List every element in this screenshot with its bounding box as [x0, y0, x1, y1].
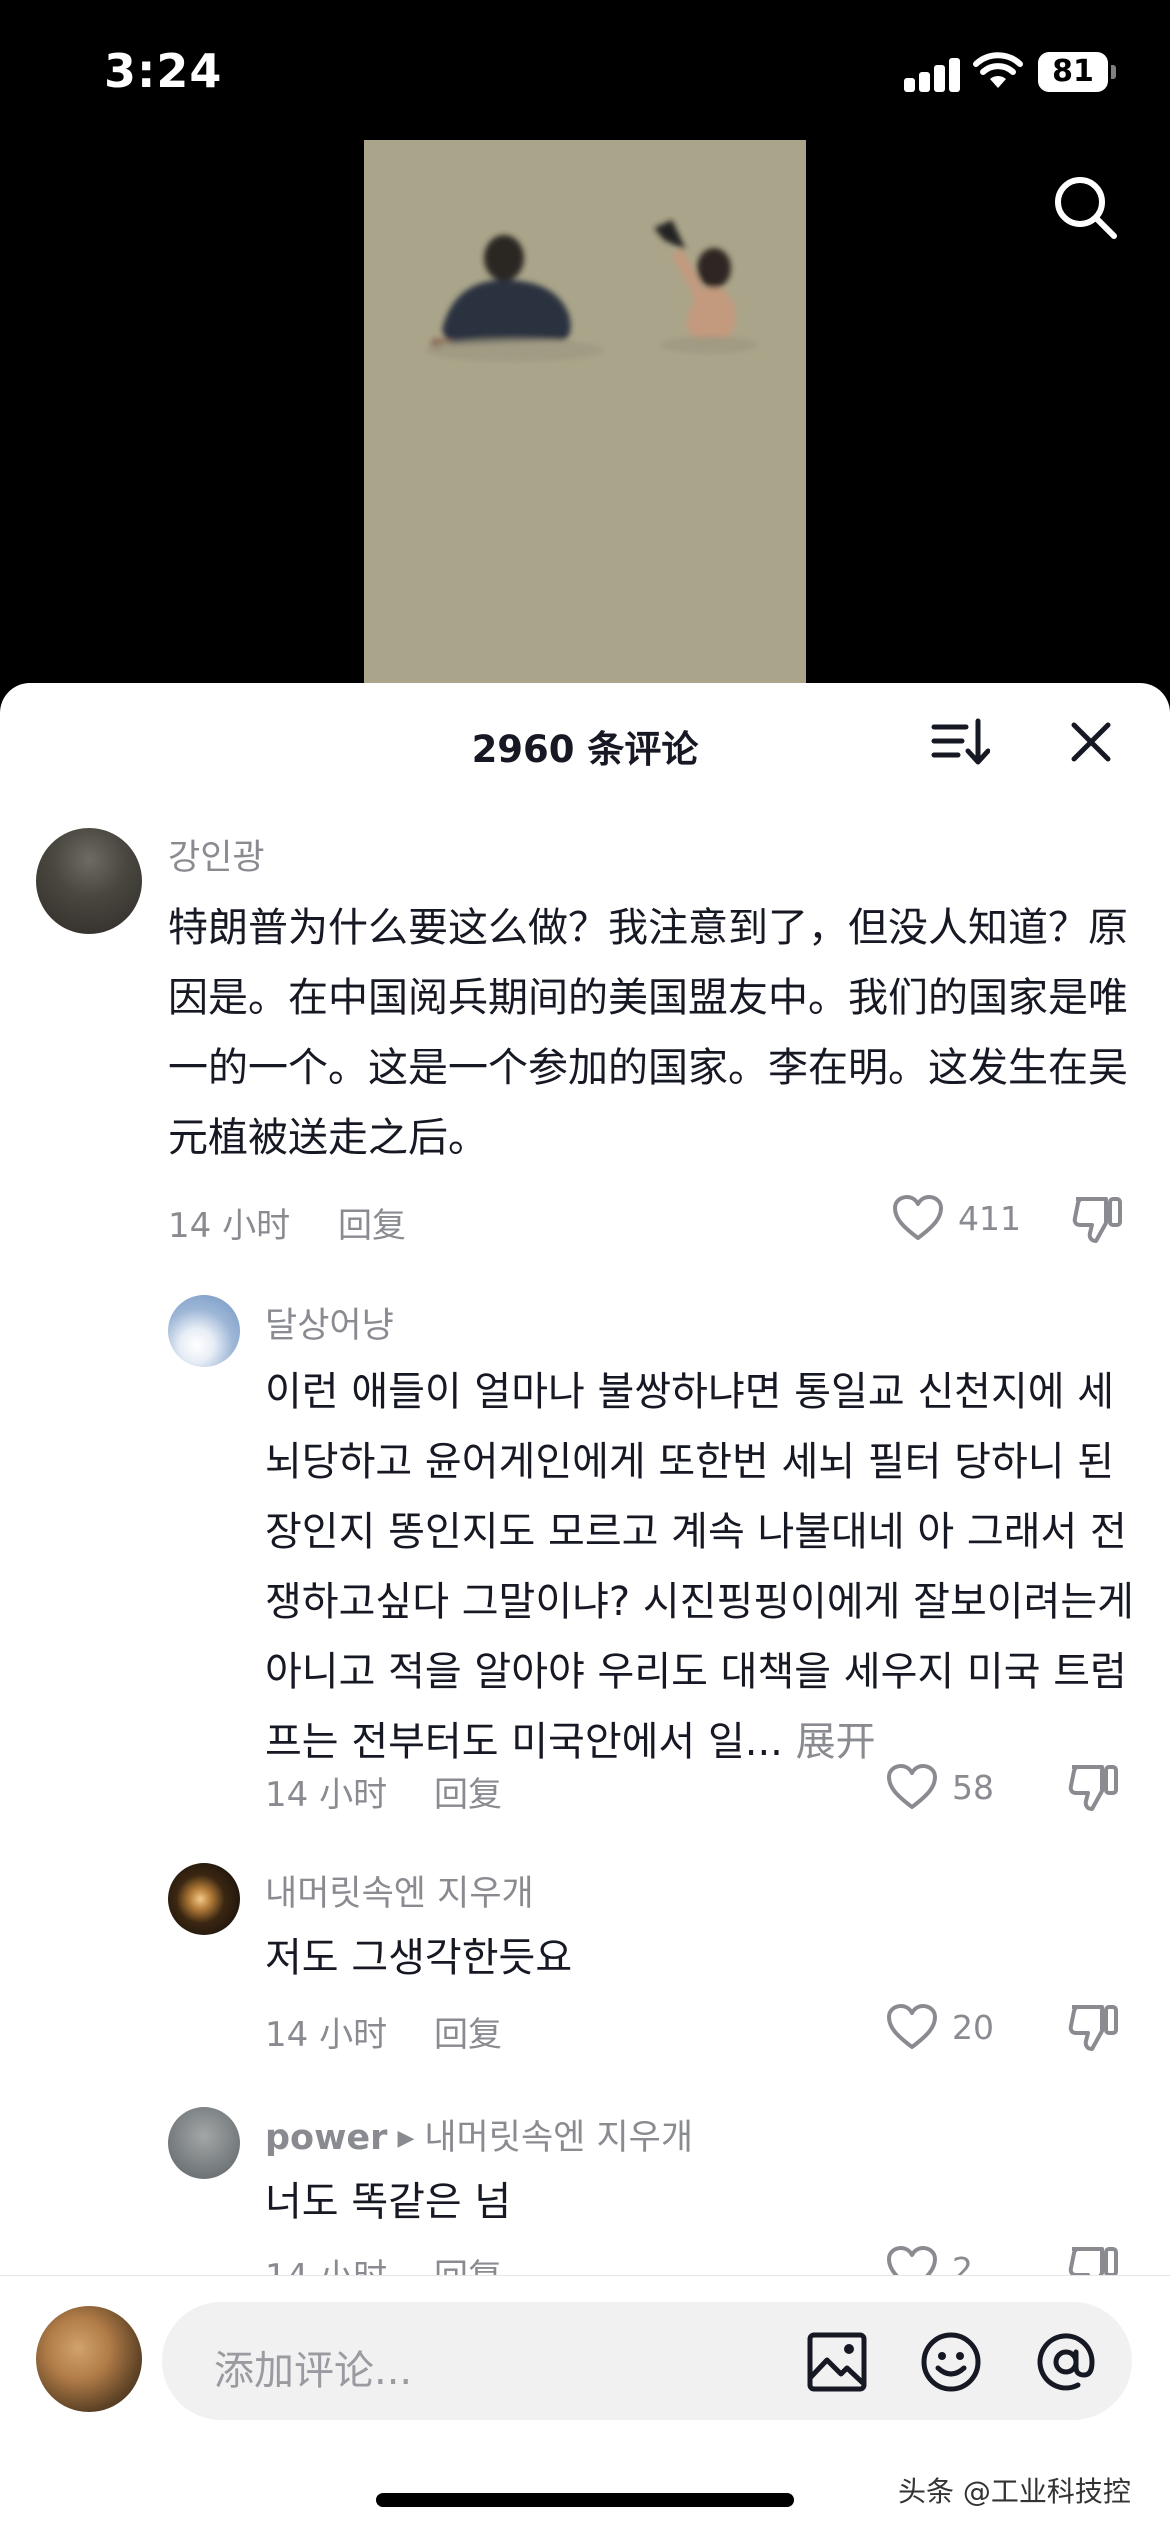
- comment-text: 너도 똑같은 넘: [265, 2179, 512, 2225]
- status-time: 3:24: [104, 44, 223, 98]
- comment-sheet: 2960 条评论 강인광 特朗普为什么要这么做？我注意到了，但没人知道？原因是。…: [0, 683, 1170, 2532]
- avatar[interactable]: [168, 1295, 240, 1367]
- thumbs-down-icon[interactable]: [1070, 1193, 1124, 1245]
- watermark: 头条 @工业科技控: [898, 2475, 1131, 2508]
- video-thumbnail[interactable]: [364, 140, 806, 700]
- comment-text: 이런 애들이 얼마나 불쌍하냐면 통일교 신천지에 세뇌당하고 윤어게인에게 또…: [265, 1357, 1145, 1777]
- thumbs-down-icon[interactable]: [1066, 2001, 1120, 2053]
- wifi-icon: [973, 52, 1023, 88]
- at-icon[interactable]: [1034, 2330, 1098, 2394]
- comment-input-placeholder: 添加评论...: [214, 2348, 413, 2394]
- reply-button[interactable]: 回复: [338, 1198, 406, 1247]
- status-bar: 3:24 81: [0, 0, 1170, 140]
- heart-icon[interactable]: [886, 1763, 938, 1811]
- reply-button[interactable]: 回复: [434, 2007, 502, 2056]
- home-indicator[interactable]: [376, 2493, 794, 2507]
- battery-indicator: 81: [1038, 52, 1116, 92]
- search-icon[interactable]: [1048, 170, 1124, 246]
- video-image: [364, 140, 806, 700]
- close-icon[interactable]: [1066, 717, 1116, 767]
- like-count: 20: [952, 2008, 994, 2047]
- heart-icon[interactable]: [886, 2003, 938, 2051]
- comment-time: 14 小时: [265, 1775, 388, 1815]
- current-user-avatar[interactable]: [36, 2306, 142, 2412]
- avatar[interactable]: [168, 1863, 240, 1935]
- comment-username: power ▶ 내머릿속엔 지우개: [265, 2109, 693, 2160]
- comment-count-title: 2960 条评论: [471, 728, 699, 771]
- comment-time: 14 小时: [265, 2015, 388, 2055]
- avatar[interactable]: [168, 2107, 240, 2179]
- comment-username[interactable]: 강인광: [168, 829, 265, 880]
- comment-time: 14 小时: [168, 1206, 291, 1246]
- like-count: 58: [952, 1768, 994, 1807]
- comment-text: 저도 그생각한듯요: [265, 1935, 573, 1981]
- reply-button[interactable]: 回复: [434, 1767, 502, 1816]
- comment-username-text[interactable]: power: [265, 2118, 387, 2158]
- heart-icon[interactable]: [892, 1194, 944, 1242]
- sort-icon[interactable]: [930, 715, 990, 771]
- thumbs-down-icon[interactable]: [1066, 1761, 1120, 1813]
- cellular-signal-icon: [904, 56, 960, 92]
- comment-text: 特朗普为什么要这么做？我注意到了，但没人知道？原因是。在中国阅兵期间的美国盟友中…: [168, 905, 1128, 1161]
- emoji-icon[interactable]: [919, 2330, 983, 2394]
- comment-username[interactable]: 내머릿속엔 지우개: [265, 1865, 534, 1916]
- like-count: 411: [958, 1199, 1021, 1238]
- image-icon[interactable]: [805, 2330, 869, 2394]
- avatar[interactable]: [36, 828, 142, 934]
- reply-to-username[interactable]: 내머릿속엔 지우개: [424, 2118, 693, 2158]
- reply-arrow-icon: ▶: [397, 2126, 415, 2151]
- comment-input[interactable]: 添加评论...: [162, 2302, 1132, 2420]
- comment-username[interactable]: 달상어냥: [265, 1297, 394, 1348]
- expand-button[interactable]: 展开: [796, 1719, 876, 1765]
- comment-text-body: 이런 애들이 얼마나 불쌍하냐면 통일교 신천지에 세뇌당하고 윤어게인에게 또…: [265, 1369, 1134, 1765]
- reply-item: power▶내머릿속엔 지우개 너도 똑같은 넘 14 小时 回复 2: [0, 683, 1170, 2297]
